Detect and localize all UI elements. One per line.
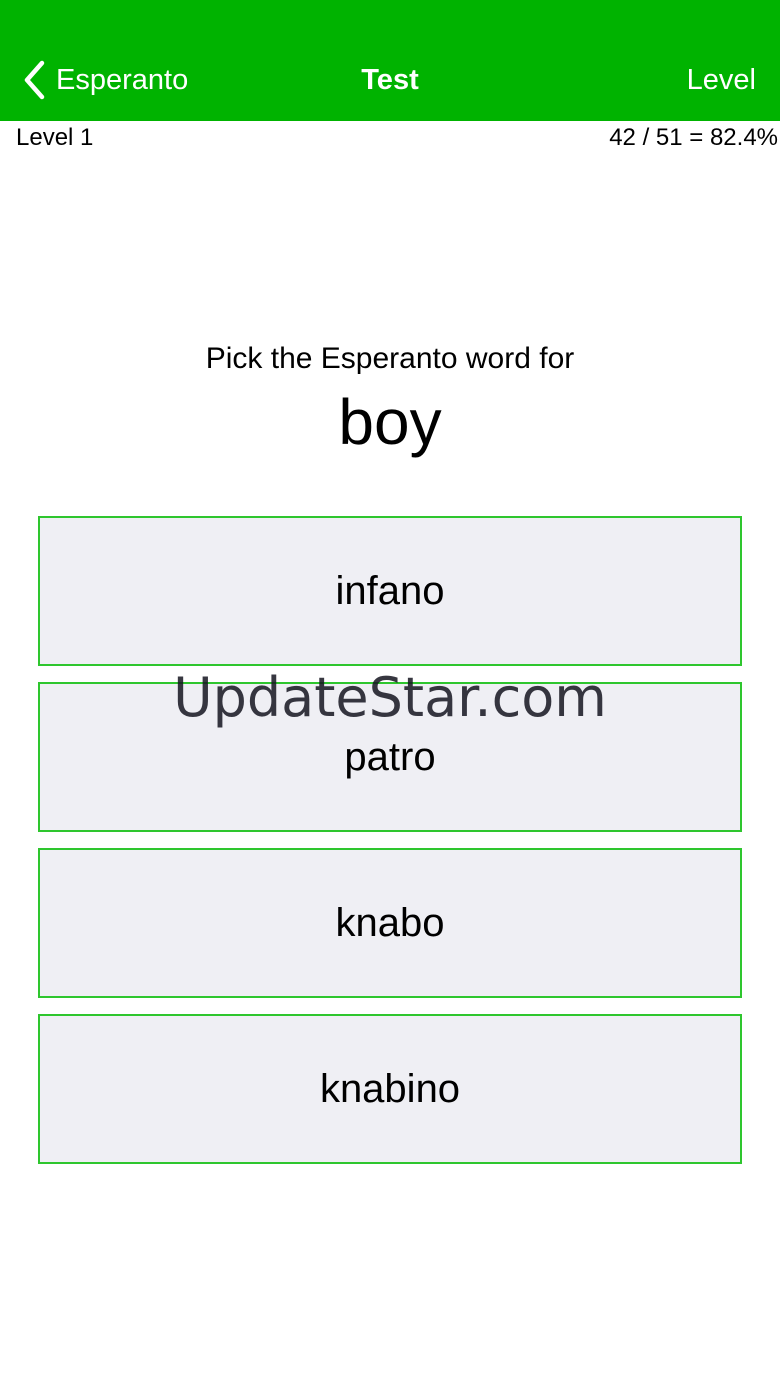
answer-option-label: knabino bbox=[319, 1066, 461, 1111]
level-button[interactable]: Level bbox=[687, 58, 756, 102]
quiz-screen: Esperanto Test Level Level 1 42 / 51 = 8… bbox=[0, 0, 780, 1387]
current-level-label: Level 1 bbox=[16, 124, 94, 151]
chevron-left-icon bbox=[24, 60, 45, 100]
score-label: 42 / 51 = 82.4% bbox=[609, 124, 778, 151]
answer-option-label: infano bbox=[335, 568, 445, 613]
answer-option-3[interactable]: knabo bbox=[38, 848, 742, 998]
answer-option-label: patro bbox=[344, 734, 436, 779]
question-prompt: Pick the Esperanto word for bbox=[205, 342, 575, 375]
answer-option-label: knabo bbox=[335, 900, 445, 945]
navigation-bar: Esperanto Test Level bbox=[0, 0, 780, 121]
back-button-label: Esperanto bbox=[56, 64, 189, 96]
back-button[interactable]: Esperanto bbox=[22, 58, 188, 102]
question-word: boy bbox=[338, 386, 442, 458]
answer-option-1[interactable]: infano bbox=[38, 516, 742, 666]
answer-option-4[interactable]: knabino bbox=[38, 1014, 742, 1164]
status-row: Level 1 42 / 51 = 82.4% bbox=[0, 121, 780, 161]
answer-option-2[interactable]: patro bbox=[38, 682, 742, 832]
